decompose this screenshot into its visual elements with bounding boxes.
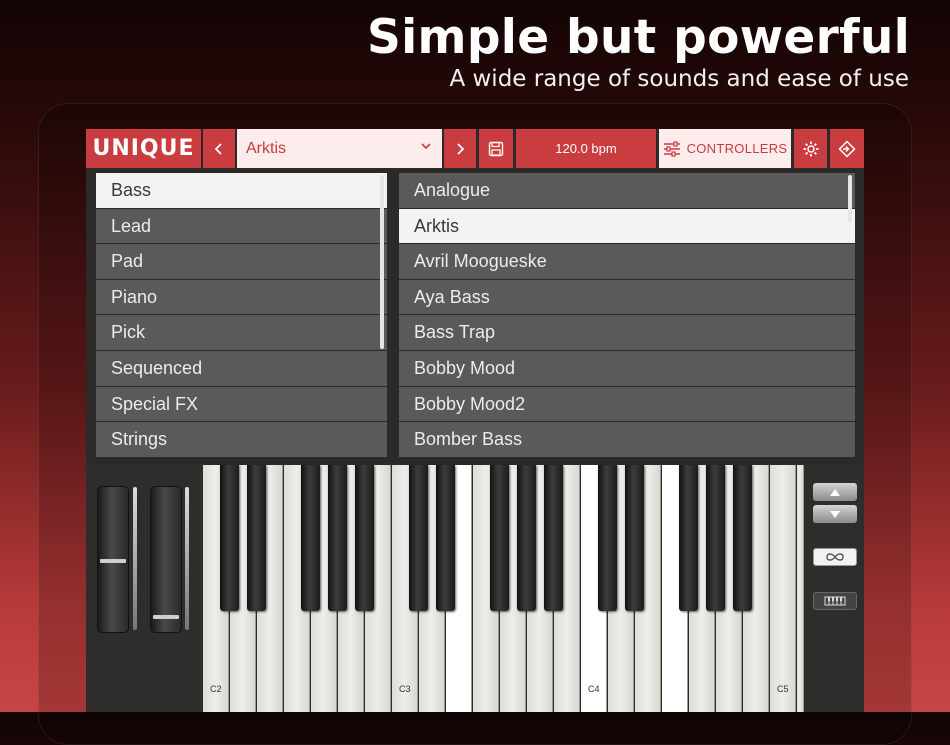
mod-wheel-marker	[153, 615, 179, 619]
previous-preset-button[interactable]	[203, 129, 235, 168]
routing-button[interactable]	[830, 129, 864, 168]
preset-selector[interactable]: Arktis	[237, 129, 442, 168]
key-label-c2: C2	[210, 684, 222, 694]
category-list: Bass Lead Pad Piano Pick Sequenced Speci…	[96, 173, 387, 458]
black-key[interactable]	[598, 465, 617, 611]
preset-item[interactable]: Arktis	[399, 208, 855, 245]
preset-item[interactable]: Bobby Mood2	[399, 386, 855, 423]
category-item[interactable]: Pick	[96, 315, 387, 351]
black-key[interactable]	[247, 465, 266, 611]
preset-item[interactable]: Aya Bass	[399, 279, 855, 316]
triangle-up-icon	[830, 488, 840, 496]
floppy-disk-icon	[488, 141, 504, 156]
category-item[interactable]: Sequenced	[96, 350, 387, 387]
keyboard-icon	[824, 596, 846, 606]
category-scrollbar[interactable]	[380, 175, 384, 349]
gear-icon	[803, 141, 818, 156]
black-key[interactable]	[301, 465, 320, 611]
preset-item[interactable]: Avril Moogueske	[399, 244, 855, 280]
preset-name: Arktis	[246, 139, 286, 157]
controllers-label: CONTROLLERS	[686, 141, 788, 156]
white-key[interactable]	[797, 465, 804, 712]
black-key[interactable]	[706, 465, 725, 611]
triangle-down-icon	[830, 510, 840, 518]
keyboard-toggle-button[interactable]	[813, 592, 857, 610]
black-key[interactable]	[625, 465, 644, 611]
category-item[interactable]: Lead	[96, 208, 387, 245]
octave-up-button[interactable]	[813, 483, 857, 501]
category-item[interactable]: Pad	[96, 244, 387, 280]
black-key[interactable]	[679, 465, 698, 611]
chevron-left-icon	[214, 142, 222, 155]
key-label-c4: C4	[588, 684, 600, 694]
black-key[interactable]	[436, 465, 455, 611]
black-key[interactable]	[517, 465, 536, 611]
next-preset-button[interactable]	[444, 129, 476, 168]
preset-list: Analogue Arktis Avril Moogueske Aya Bass…	[399, 173, 855, 458]
chevron-right-icon	[457, 142, 465, 155]
category-item[interactable]: Strings	[96, 422, 387, 458]
hero-title: Simple but powerful	[367, 10, 910, 65]
preset-scrollbar[interactable]	[848, 175, 852, 223]
black-key[interactable]	[355, 465, 374, 611]
toolbar: UNIQUE Arktis 120.0 bpm CONTROLLERS	[86, 129, 864, 168]
black-key[interactable]	[733, 465, 752, 611]
chevron-down-icon	[421, 143, 431, 150]
hold-button[interactable]	[813, 548, 857, 566]
hero-subtitle: A wide range of sounds and ease of use	[449, 66, 909, 92]
preset-item[interactable]: Bass Trap	[399, 315, 855, 351]
piano-keyboard: C2 C3 C4 C5	[203, 465, 804, 712]
sliders-icon	[663, 140, 680, 157]
preset-item[interactable]: Analogue	[399, 173, 855, 209]
infinity-icon	[826, 553, 844, 561]
tempo-display[interactable]: 120.0 bpm	[516, 129, 656, 168]
category-item[interactable]: Piano	[96, 279, 387, 316]
preset-item[interactable]: Bomber Bass	[399, 422, 855, 458]
app-logo: UNIQUE	[86, 129, 201, 168]
mod-wheel-rail	[185, 487, 189, 630]
key-label-c3: C3	[399, 684, 411, 694]
pitch-wheel[interactable]	[98, 487, 128, 632]
category-item[interactable]: Special FX	[96, 386, 387, 423]
white-key[interactable]: C5	[770, 465, 796, 712]
black-key[interactable]	[328, 465, 347, 611]
pitch-wheel-marker	[100, 559, 126, 563]
save-preset-button[interactable]	[479, 129, 513, 168]
octave-down-button[interactable]	[813, 505, 857, 523]
black-key[interactable]	[490, 465, 509, 611]
category-item[interactable]: Bass	[96, 173, 387, 209]
keyboard-area: C2 C3 C4 C5	[86, 465, 864, 712]
controllers-button[interactable]: CONTROLLERS	[659, 129, 791, 168]
black-key[interactable]	[409, 465, 428, 611]
pitch-wheel-rail	[133, 487, 137, 630]
settings-button[interactable]	[794, 129, 827, 168]
synth-app: UNIQUE Arktis 120.0 bpm CONTROLLERS Bass…	[86, 129, 864, 712]
preset-item[interactable]: Bobby Mood	[399, 350, 855, 387]
mod-wheel[interactable]	[151, 487, 181, 632]
key-label-c5: C5	[777, 684, 789, 694]
routing-icon	[838, 139, 856, 158]
black-key[interactable]	[544, 465, 563, 611]
black-key[interactable]	[220, 465, 239, 611]
